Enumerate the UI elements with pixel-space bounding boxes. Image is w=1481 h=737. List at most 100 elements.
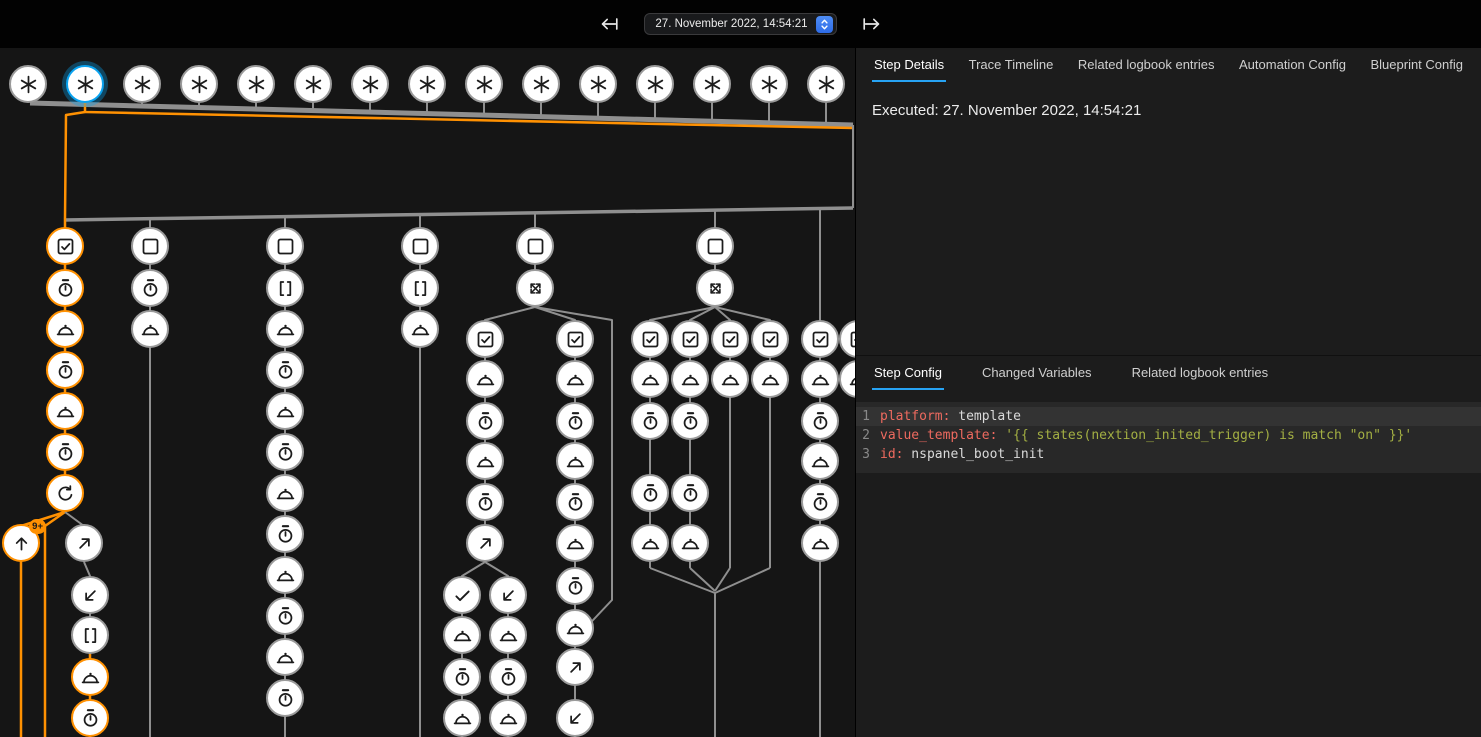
node-service[interactable] (489, 616, 527, 654)
node-service[interactable] (443, 699, 481, 737)
node-timer[interactable] (46, 351, 84, 389)
node-timer[interactable] (46, 269, 84, 307)
node-check-square[interactable] (466, 320, 504, 358)
node-timer[interactable] (131, 269, 169, 307)
node-arrow-sw[interactable] (71, 576, 109, 614)
node-asterisk[interactable] (522, 65, 560, 103)
node-service[interactable] (71, 658, 109, 696)
node-timer[interactable] (671, 474, 709, 512)
node-arrow-up[interactable]: 9+ (2, 524, 40, 562)
node-timer[interactable] (631, 402, 669, 440)
node-square[interactable] (266, 227, 304, 265)
node-service[interactable] (401, 310, 439, 348)
node-asterisk[interactable] (9, 65, 47, 103)
node-arrow-ne[interactable] (556, 648, 594, 686)
node-timer[interactable] (631, 474, 669, 512)
node-service[interactable] (711, 360, 749, 398)
node-asterisk[interactable] (123, 65, 161, 103)
node-service[interactable] (671, 360, 709, 398)
node-check-square[interactable] (671, 320, 709, 358)
node-check[interactable] (443, 576, 481, 614)
node-service[interactable] (266, 392, 304, 430)
node-arrow-sw[interactable] (556, 699, 594, 737)
node-arrow-ne[interactable] (65, 524, 103, 562)
node-brackets[interactable] (401, 269, 439, 307)
node-timer[interactable] (266, 351, 304, 389)
node-asterisk[interactable] (636, 65, 674, 103)
node-check-square[interactable] (711, 320, 749, 358)
node-square[interactable] (401, 227, 439, 265)
tab-related-logbook-entries[interactable]: Related logbook entries (1130, 356, 1271, 390)
node-service[interactable] (466, 360, 504, 398)
node-timer[interactable] (556, 483, 594, 521)
node-service[interactable] (46, 392, 84, 430)
node-square[interactable] (696, 227, 734, 265)
tab-step-details[interactable]: Step Details (872, 48, 946, 82)
node-service[interactable] (801, 442, 839, 480)
node-check-square[interactable] (556, 320, 594, 358)
node-service[interactable] (556, 609, 594, 647)
node-asterisk[interactable] (408, 65, 446, 103)
node-timer[interactable] (266, 679, 304, 717)
node-timer[interactable] (266, 597, 304, 635)
tab-changed-variables[interactable]: Changed Variables (980, 356, 1094, 390)
node-timer[interactable] (671, 402, 709, 440)
node-service[interactable] (46, 310, 84, 348)
node-asterisk-selected[interactable] (66, 65, 104, 103)
node-arrow-sw[interactable] (489, 576, 527, 614)
node-asterisk[interactable] (465, 65, 503, 103)
node-asterisk[interactable] (180, 65, 218, 103)
node-timer[interactable] (443, 658, 481, 696)
node-split[interactable] (696, 269, 734, 307)
node-arrow-ne[interactable] (466, 524, 504, 562)
node-service[interactable] (671, 524, 709, 562)
node-timer[interactable] (489, 658, 527, 696)
trace-selector[interactable]: 27. November 2022, 14:54:21 (644, 13, 836, 35)
node-service[interactable] (556, 360, 594, 398)
next-trace-button[interactable] (857, 9, 887, 39)
node-service[interactable] (801, 360, 839, 398)
node-check-square[interactable] (631, 320, 669, 358)
node-service[interactable] (489, 699, 527, 737)
node-timer[interactable] (801, 402, 839, 440)
node-brackets[interactable] (266, 269, 304, 307)
node-asterisk[interactable] (750, 65, 788, 103)
node-timer[interactable] (466, 402, 504, 440)
node-check-square[interactable] (801, 320, 839, 358)
node-timer[interactable] (71, 699, 109, 737)
node-service[interactable] (266, 556, 304, 594)
node-service[interactable] (556, 524, 594, 562)
node-square[interactable] (516, 227, 554, 265)
node-brackets[interactable] (71, 616, 109, 654)
node-asterisk[interactable] (693, 65, 731, 103)
node-repeat[interactable] (46, 474, 84, 512)
node-service[interactable] (751, 360, 789, 398)
tab-related-logbook-entries[interactable]: Related logbook entries (1076, 48, 1217, 82)
node-asterisk[interactable] (579, 65, 617, 103)
node-service[interactable] (443, 616, 481, 654)
node-check-square[interactable] (46, 227, 84, 265)
node-asterisk[interactable] (351, 65, 389, 103)
node-service[interactable] (266, 474, 304, 512)
node-timer[interactable] (466, 483, 504, 521)
node-timer[interactable] (556, 402, 594, 440)
node-timer[interactable] (266, 433, 304, 471)
node-service[interactable] (131, 310, 169, 348)
node-service[interactable] (466, 442, 504, 480)
node-timer[interactable] (556, 567, 594, 605)
tab-automation-config[interactable]: Automation Config (1237, 48, 1348, 82)
node-timer[interactable] (801, 483, 839, 521)
node-timer[interactable] (46, 433, 84, 471)
node-square[interactable] (131, 227, 169, 265)
node-service[interactable] (801, 524, 839, 562)
tab-blueprint-config[interactable]: Blueprint Config (1368, 48, 1465, 82)
tab-trace-timeline[interactable]: Trace Timeline (967, 48, 1056, 82)
previous-trace-button[interactable] (594, 9, 624, 39)
node-service[interactable] (266, 638, 304, 676)
tab-step-config[interactable]: Step Config (872, 356, 944, 390)
node-service[interactable] (556, 442, 594, 480)
node-asterisk[interactable] (294, 65, 332, 103)
node-split[interactable] (516, 269, 554, 307)
node-service[interactable] (631, 360, 669, 398)
node-service[interactable] (631, 524, 669, 562)
